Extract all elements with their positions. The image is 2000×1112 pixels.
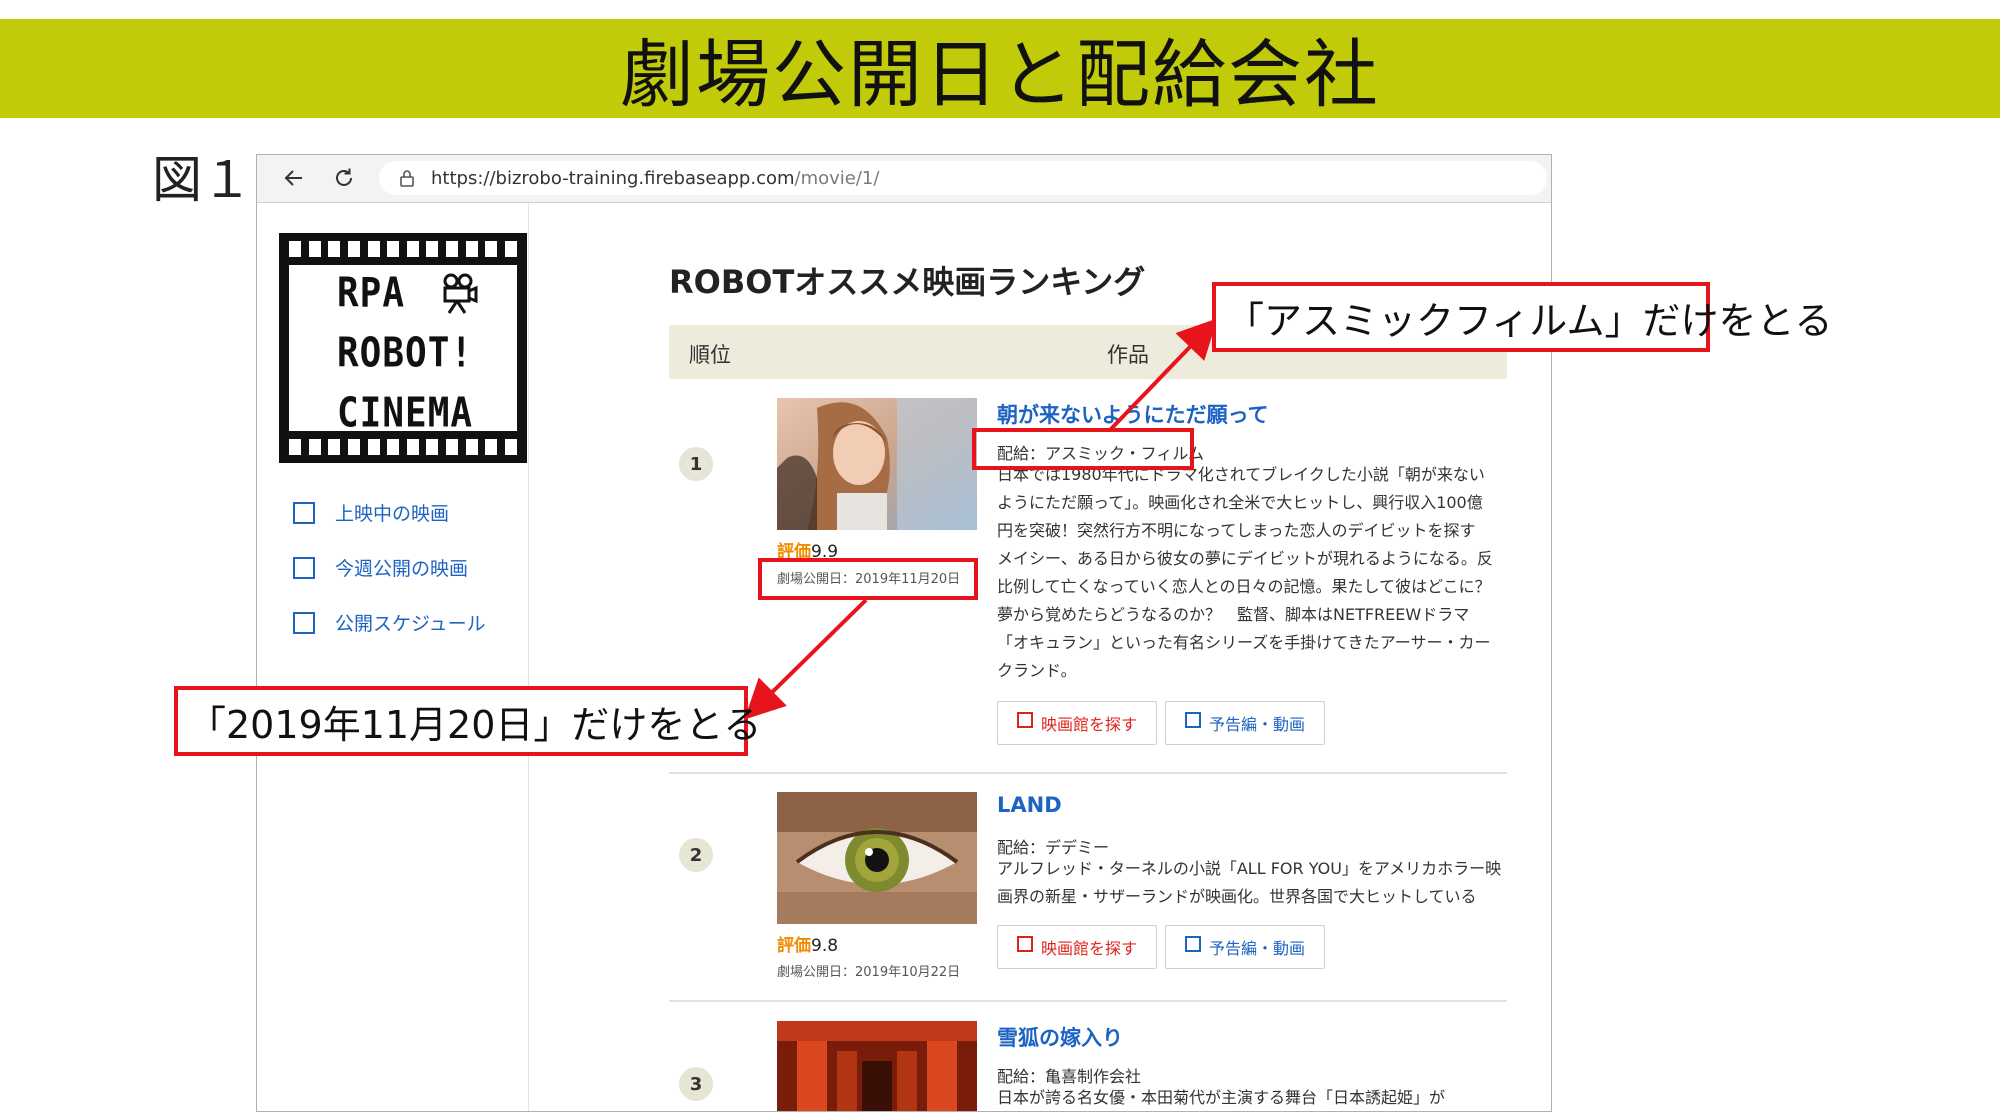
annotation-arrows — [744, 318, 1218, 720]
release-date-callout: 「2019年11月20日」だけをとる — [174, 686, 761, 756]
arrow-to-distributor-callout — [1108, 318, 1218, 432]
arrow-to-release-callout — [744, 598, 868, 720]
distributor-callout: 「アスミックフィルム」だけをとる — [1212, 282, 1832, 352]
